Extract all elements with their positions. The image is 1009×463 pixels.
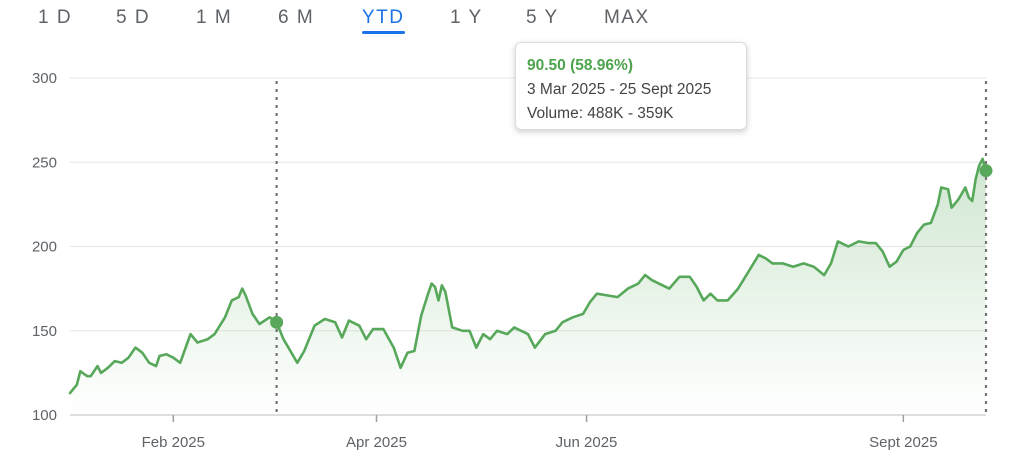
- selection-end-point[interactable]: [979, 164, 993, 178]
- stock-chart[interactable]: 100 150 200 250 300 Feb 2025 Apr 2025 Jun 2025 S…: [0, 0, 1009, 463]
- selection-tooltip: 90.50 (58.96%) 3 Mar 2025 - 25 Sept 2025…: [515, 42, 747, 130]
- tooltip-date-range: 3 Mar 2025 - 25 Sept 2025: [527, 81, 712, 98]
- y-tick-label: 300: [32, 70, 57, 87]
- x-tick-label: Jun 2025: [556, 434, 618, 451]
- tooltip-change: 90.50 (58.96%): [527, 57, 633, 74]
- y-tick-label: 200: [32, 239, 57, 256]
- selection-start-point[interactable]: [270, 315, 284, 329]
- tooltip-volume: Volume: 488K - 359K: [527, 105, 674, 122]
- area-fill-path: [70, 158, 986, 415]
- x-tick-label: Apr 2025: [346, 434, 407, 451]
- x-tick-label: Sept 2025: [869, 434, 937, 451]
- y-tick-label: 150: [32, 323, 57, 340]
- y-tick-label: 100: [32, 407, 57, 424]
- y-tick-label: 250: [32, 154, 57, 171]
- area-fill: [70, 158, 986, 415]
- x-tick-label: Feb 2025: [142, 434, 205, 451]
